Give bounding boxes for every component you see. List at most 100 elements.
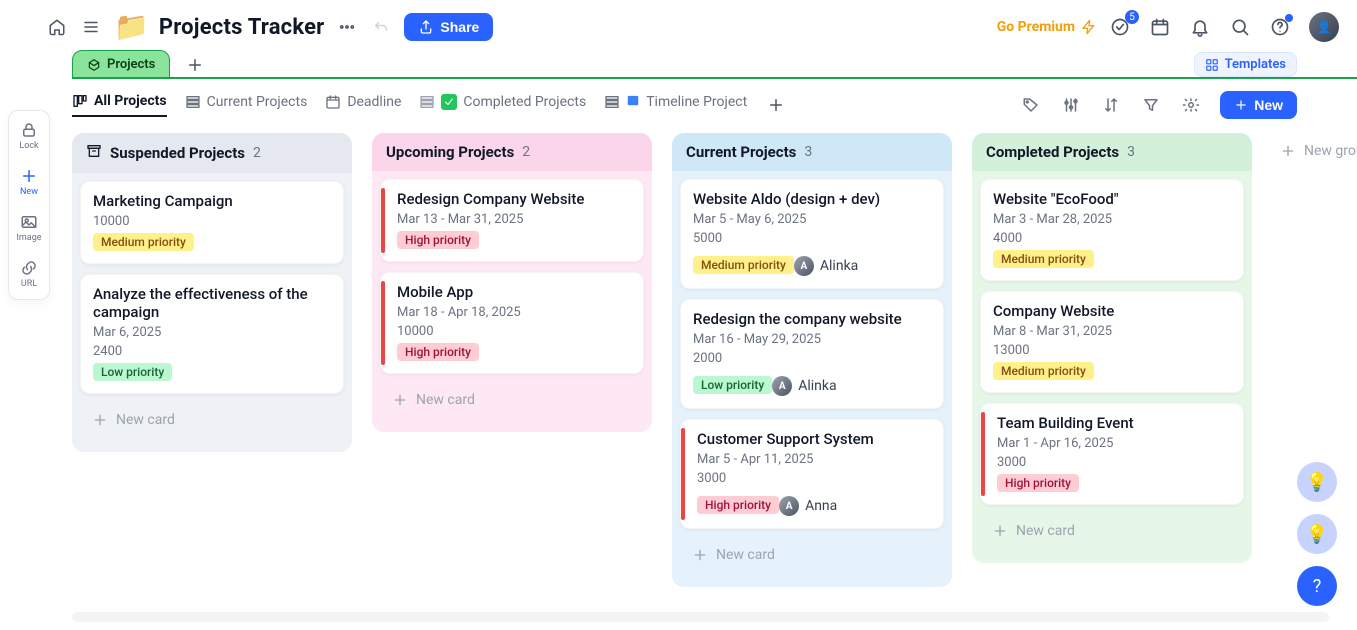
card-meta: Mar 6, 2025	[93, 325, 331, 340]
horizontal-scrollbar[interactable]	[72, 612, 1329, 622]
hint-bubble-2[interactable]: 💡	[1297, 514, 1337, 554]
card-meta: 3000	[697, 471, 931, 486]
priority-badge: High priority	[697, 496, 779, 514]
new-card-button[interactable]: New card	[380, 384, 644, 416]
tab-projects[interactable]: Projects	[72, 50, 170, 79]
assignee-avatar: A	[772, 376, 792, 396]
card-meta: Mar 13 - Mar 31, 2025	[397, 212, 631, 227]
calendar-icon[interactable]	[1149, 16, 1171, 38]
rail-url-label: URL	[21, 279, 37, 289]
view-current-projects[interactable]: Current Projects	[185, 94, 308, 116]
user-avatar[interactable]: 👤	[1309, 12, 1339, 42]
templates-button[interactable]: Templates	[1194, 52, 1297, 77]
tag-icon[interactable]	[1020, 94, 1042, 116]
new-group-button[interactable]: New grou	[1272, 133, 1357, 169]
add-tab-button[interactable]	[184, 54, 206, 76]
share-button[interactable]: Share	[404, 13, 493, 41]
help-dot	[1285, 14, 1293, 22]
view-all-label: All Projects	[94, 93, 167, 109]
view-timeline-project[interactable]: Timeline Project	[604, 93, 747, 117]
card[interactable]: Website Aldo (design + dev) Mar 5 - May 6…	[680, 179, 944, 289]
column-count: 2	[253, 145, 261, 161]
board-column: Upcoming Projects2 Redesign Company Websi…	[372, 133, 652, 432]
hint-bubble-1[interactable]: 💡	[1297, 462, 1337, 502]
card[interactable]: Analyze the effectiveness of the campaig…	[80, 274, 344, 394]
column-header[interactable]: Upcoming Projects2	[372, 133, 652, 171]
card[interactable]: Mobile AppMar 18 - Apr 18, 202510000High…	[380, 272, 644, 374]
assignee-avatar: A	[779, 496, 799, 516]
assignee-name: Alinka	[820, 258, 858, 274]
assignee-avatar: A	[794, 256, 814, 276]
card-meta: Mar 1 - Apr 16, 2025	[997, 436, 1231, 451]
priority-badge: High priority	[997, 474, 1079, 492]
rail-new[interactable]: New	[20, 167, 38, 197]
gear-icon[interactable]	[1180, 94, 1202, 116]
help-icon[interactable]	[1269, 16, 1291, 38]
priority-stripe	[981, 412, 985, 496]
menu-icon[interactable]	[80, 16, 102, 38]
card[interactable]: Team Building EventMar 1 - Apr 16, 20253…	[980, 403, 1244, 505]
page-title: Projects Tracker	[159, 15, 325, 40]
undo-icon[interactable]	[370, 16, 392, 38]
view-all-projects[interactable]: All Projects	[72, 93, 167, 117]
column-title: Upcoming Projects	[386, 143, 514, 161]
go-premium-link[interactable]: Go Premium	[997, 19, 1097, 35]
card-title: Team Building Event	[997, 414, 1231, 432]
view-completed-label: Completed Projects	[463, 94, 586, 110]
card-assignee: AAnna	[779, 496, 837, 516]
card[interactable]: Marketing Campaign10000Medium priority	[80, 181, 344, 264]
card-meta: Mar 16 - May 29, 2025	[693, 332, 931, 347]
priority-badge: Low priority	[93, 363, 172, 381]
rail-image[interactable]: Image	[16, 213, 41, 243]
priority-badge: High priority	[397, 343, 479, 361]
new-card-label: New card	[1016, 523, 1075, 539]
view-completed-projects[interactable]: Completed Projects	[419, 94, 586, 116]
home-icon[interactable]	[46, 16, 68, 38]
card-title: Mobile App	[397, 283, 631, 301]
assignee-name: Alinka	[798, 378, 836, 394]
rail-lock-label: Lock	[19, 141, 38, 151]
card-meta: Mar 5 - May 6, 2025	[693, 212, 931, 227]
priority-badge: Medium priority	[693, 256, 794, 274]
card[interactable]: Redesign the company websiteMar 16 - May…	[680, 299, 944, 409]
card-title: Website Aldo (design + dev)	[693, 190, 931, 208]
new-card-button[interactable]: New card	[80, 404, 344, 436]
view-deadline[interactable]: Deadline	[325, 94, 401, 116]
templates-label: Templates	[1225, 57, 1286, 72]
new-card-label: New card	[716, 547, 775, 563]
check-circle-icon[interactable]: 5	[1109, 16, 1131, 38]
search-icon[interactable]	[1229, 16, 1251, 38]
share-label: Share	[440, 19, 479, 35]
help-bubble[interactable]: ?	[1297, 566, 1337, 606]
column-count: 3	[1127, 144, 1135, 160]
sort-arrows-icon[interactable]	[1100, 94, 1122, 116]
rail-url[interactable]: URL	[20, 259, 38, 289]
priority-badge: Medium priority	[993, 250, 1094, 268]
new-card-button[interactable]: New card	[980, 515, 1244, 547]
card-meta: Mar 3 - Mar 28, 2025	[993, 212, 1231, 227]
card-meta: 10000	[397, 324, 631, 339]
view-current-label: Current Projects	[207, 94, 308, 110]
settings-lines-icon[interactable]	[1060, 94, 1082, 116]
card-meta: 2400	[93, 344, 331, 359]
filter-icon[interactable]	[1140, 94, 1162, 116]
new-card-label: New card	[116, 412, 175, 428]
bell-icon[interactable]	[1189, 16, 1211, 38]
card[interactable]: Redesign Company WebsiteMar 13 - Mar 31,…	[380, 179, 644, 262]
add-view-button[interactable]	[765, 94, 787, 116]
column-header[interactable]: Current Projects3	[672, 133, 952, 171]
more-icon[interactable]	[336, 16, 358, 38]
new-button[interactable]: New	[1220, 91, 1297, 119]
column-header[interactable]: Completed Projects3	[972, 133, 1252, 171]
card-title: Company Website	[993, 302, 1231, 320]
card-title: Customer Support System	[697, 430, 931, 448]
column-header[interactable]: Suspended Projects2	[72, 133, 352, 173]
rail-lock[interactable]: Lock	[19, 121, 38, 151]
card[interactable]: Company WebsiteMar 8 - Mar 31, 202513000…	[980, 291, 1244, 393]
new-card-button[interactable]: New card	[680, 539, 944, 571]
card[interactable]: Customer Support SystemMar 5 - Apr 11, 2…	[680, 419, 944, 529]
new-label: New	[1254, 97, 1283, 113]
card[interactable]: Website "EcoFood"Mar 3 - Mar 28, 2025400…	[980, 179, 1244, 281]
card-meta: 13000	[993, 343, 1231, 358]
card-title: Marketing Campaign	[93, 192, 331, 210]
